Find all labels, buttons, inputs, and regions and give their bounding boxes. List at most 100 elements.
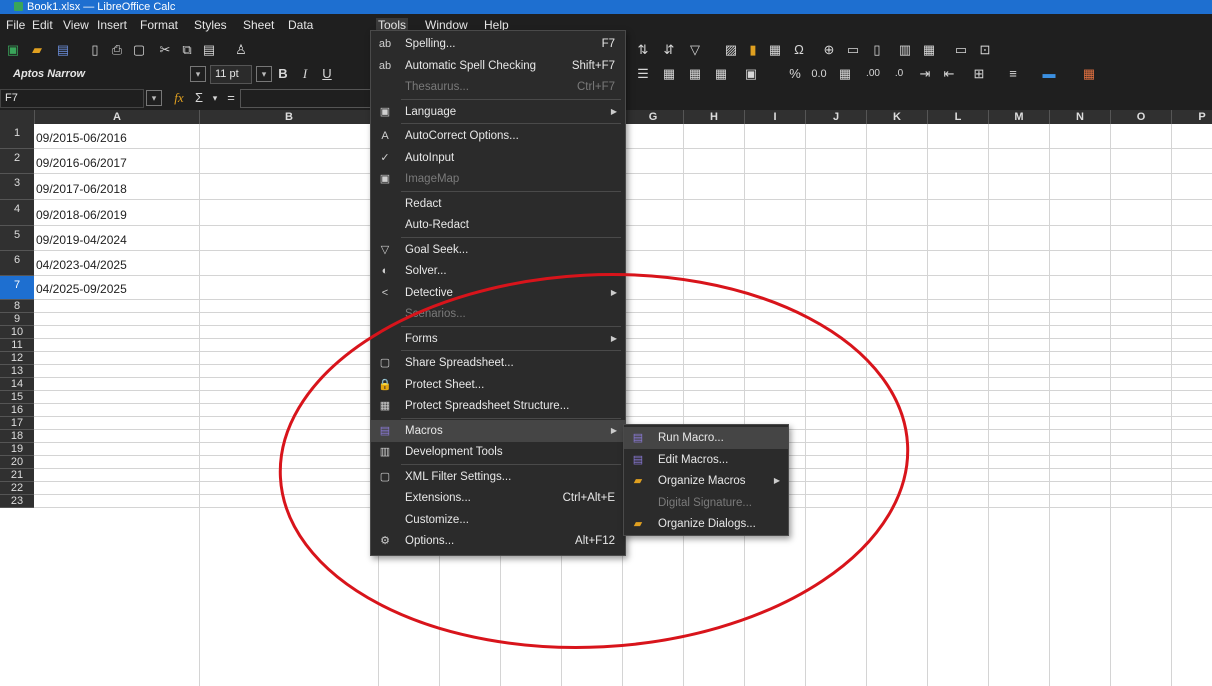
menu-item-protect-sheet[interactable]: 🔒 Protect Sheet... xyxy=(371,374,625,396)
row-header-14[interactable]: 14 xyxy=(0,378,34,391)
column-header-g[interactable]: G xyxy=(623,110,684,124)
menu-item-language[interactable]: ▣ Language ▶ xyxy=(371,101,625,123)
row-header-22[interactable]: 22 xyxy=(0,482,34,495)
paste-icon[interactable]: ▤ xyxy=(200,41,218,59)
row-header-11[interactable]: 11 xyxy=(0,339,34,352)
formula-icon[interactable]: = xyxy=(222,89,240,107)
row-header-2[interactable]: 2 xyxy=(0,149,34,174)
select-all-corner[interactable] xyxy=(0,110,35,124)
menu-item-share-spreadsheet[interactable]: ▢ Share Spreadsheet... xyxy=(371,352,625,374)
open-icon[interactable]: ▰ xyxy=(28,41,46,59)
menu-file[interactable]: File xyxy=(6,18,25,32)
column-header-m[interactable]: M xyxy=(989,110,1050,124)
menu-item-autoinput[interactable]: ✓ AutoInput xyxy=(371,147,625,169)
header-footer-icon[interactable]: ▯ xyxy=(868,41,886,59)
menu-item-solver[interactable]: ◐ Solver... xyxy=(371,260,625,282)
print-icon[interactable]: ⎙ xyxy=(108,41,126,59)
clone-format-icon[interactable]: ♙ xyxy=(232,41,250,59)
italic-button[interactable]: I xyxy=(296,65,314,83)
font-name-dropdown-icon[interactable]: ▾ xyxy=(190,66,206,82)
row-header-4[interactable]: 4 xyxy=(0,200,34,226)
name-box[interactable]: F7 xyxy=(0,89,144,108)
row-header-16[interactable]: 16 xyxy=(0,404,34,417)
column-header-j[interactable]: J xyxy=(806,110,867,124)
menu-item-goal-seek[interactable]: ▽ Goal Seek... xyxy=(371,239,625,261)
menu-item-scenarios[interactable]: Scenarios... xyxy=(371,303,625,325)
row-header-3[interactable]: 3 xyxy=(0,174,34,200)
menu-format[interactable]: Format xyxy=(140,18,178,32)
split-window-icon[interactable]: ▭ xyxy=(952,41,970,59)
menu-item-redact[interactable]: Redact xyxy=(371,193,625,215)
font-size-dropdown-icon[interactable]: ▾ xyxy=(256,66,272,82)
column-header-l[interactable]: L xyxy=(928,110,989,124)
name-box-dropdown-icon[interactable]: ▾ xyxy=(146,90,162,106)
menu-item-imagemap[interactable]: ▣ ImageMap xyxy=(371,168,625,190)
align-right-icon[interactable]: ☰ xyxy=(634,65,652,83)
border-color-icon[interactable]: ▬ xyxy=(1040,65,1058,83)
cut-icon[interactable]: ✂ xyxy=(156,41,174,59)
row-header-13[interactable]: 13 xyxy=(0,365,34,378)
row-header-20[interactable]: 20 xyxy=(0,456,34,469)
hyperlink-icon[interactable]: ⊕ xyxy=(820,41,838,59)
menu-item-digital-signature[interactable]: Digital Signature... xyxy=(624,492,788,514)
conditional-format-icon[interactable]: ▦ xyxy=(1080,65,1098,83)
freeze-rows-icon[interactable]: ▦ xyxy=(920,41,938,59)
sort-descending-icon[interactable]: ⇵ xyxy=(660,41,678,59)
font-size-box[interactable]: 11 pt xyxy=(210,65,252,84)
menu-insert[interactable]: Insert xyxy=(97,18,127,32)
increase-indent-icon[interactable]: ⇥ xyxy=(916,65,934,83)
menu-item-automatic-spell-checking[interactable]: ab Automatic Spell Checking Shift+F7 xyxy=(371,55,625,77)
menu-item-thesaurus[interactable]: Thesaurus... Ctrl+F7 xyxy=(371,76,625,98)
menu-data[interactable]: Data xyxy=(288,18,313,32)
column-header-o[interactable]: O xyxy=(1111,110,1172,124)
menu-item-autocorrect-options[interactable]: A AutoCorrect Options... xyxy=(371,125,625,147)
column-header-a[interactable]: A xyxy=(35,110,200,124)
menu-item-extensions[interactable]: Extensions... Ctrl+Alt+E xyxy=(371,487,625,509)
cell-a5[interactable]: 09/2019-04/2024 xyxy=(36,233,127,247)
underline-button[interactable]: U xyxy=(318,65,336,83)
menu-item-organize-dialogs[interactable]: ▰ Organize Dialogs... xyxy=(624,513,788,535)
define-print-area-icon[interactable]: ▥ xyxy=(896,41,914,59)
merge-center-icon[interactable]: ▦ xyxy=(686,65,704,83)
row-header-21[interactable]: 21 xyxy=(0,469,34,482)
decrease-indent-icon[interactable]: ⇤ xyxy=(940,65,958,83)
menu-item-detective[interactable]: < Detective ▶ xyxy=(371,282,625,304)
unmerge-icon[interactable]: ▦ xyxy=(712,65,730,83)
column-header-b[interactable]: B xyxy=(200,110,379,124)
merge-cells-icon[interactable]: ▦ xyxy=(660,65,678,83)
format-as-currency-icon[interactable]: ▣ xyxy=(742,65,760,83)
menu-item-auto-redact[interactable]: Auto-Redact xyxy=(371,214,625,236)
export-pdf-icon[interactable]: ▯ xyxy=(86,41,104,59)
row-header-10[interactable]: 10 xyxy=(0,326,34,339)
row-header-12[interactable]: 12 xyxy=(0,352,34,365)
row-header-1[interactable]: 1 xyxy=(0,124,34,149)
bold-button[interactable]: B xyxy=(274,65,292,83)
row-header-9[interactable]: 9 xyxy=(0,313,34,326)
new-icon[interactable]: ▣ xyxy=(4,41,22,59)
borders-icon[interactable]: ⊞ xyxy=(970,65,988,83)
cell-a4[interactable]: 09/2018-06/2019 xyxy=(36,208,127,222)
comment-icon[interactable]: ▭ xyxy=(844,41,862,59)
draw-functions-icon[interactable]: ⊡ xyxy=(976,41,994,59)
row-header-6[interactable]: 6 xyxy=(0,251,34,276)
row-header-7[interactable]: 7 xyxy=(0,276,34,300)
cell-a1[interactable]: 09/2015-06/2016 xyxy=(36,131,127,145)
sort-ascending-icon[interactable]: ⇅ xyxy=(634,41,652,59)
autofilter-icon[interactable]: ▽ xyxy=(686,41,704,59)
copy-icon[interactable]: ⧉ xyxy=(178,41,196,59)
menu-styles[interactable]: Styles xyxy=(194,18,227,32)
delete-decimal-icon[interactable]: .0 xyxy=(890,65,908,83)
row-header-17[interactable]: 17 xyxy=(0,417,34,430)
menu-item-forms[interactable]: Forms ▶ xyxy=(371,328,625,350)
cell-a7[interactable]: 04/2025-09/2025 xyxy=(36,282,127,296)
menu-item-macros[interactable]: ▤ Macros ▶ xyxy=(371,419,625,442)
menu-item-customize[interactable]: Customize... xyxy=(371,509,625,531)
menu-item-edit-macros[interactable]: ▤ Edit Macros... xyxy=(624,449,788,471)
column-header-h[interactable]: H xyxy=(684,110,745,124)
format-as-date-icon[interactable]: ▦ xyxy=(836,65,854,83)
add-decimal-icon[interactable]: .00 xyxy=(864,65,882,83)
row-header-19[interactable]: 19 xyxy=(0,443,34,456)
print-preview-icon[interactable]: ▢ xyxy=(130,41,148,59)
insert-image-icon[interactable]: ▨ xyxy=(722,41,740,59)
menu-item-options[interactable]: ⚙ Options... Alt+F12 xyxy=(371,530,625,552)
